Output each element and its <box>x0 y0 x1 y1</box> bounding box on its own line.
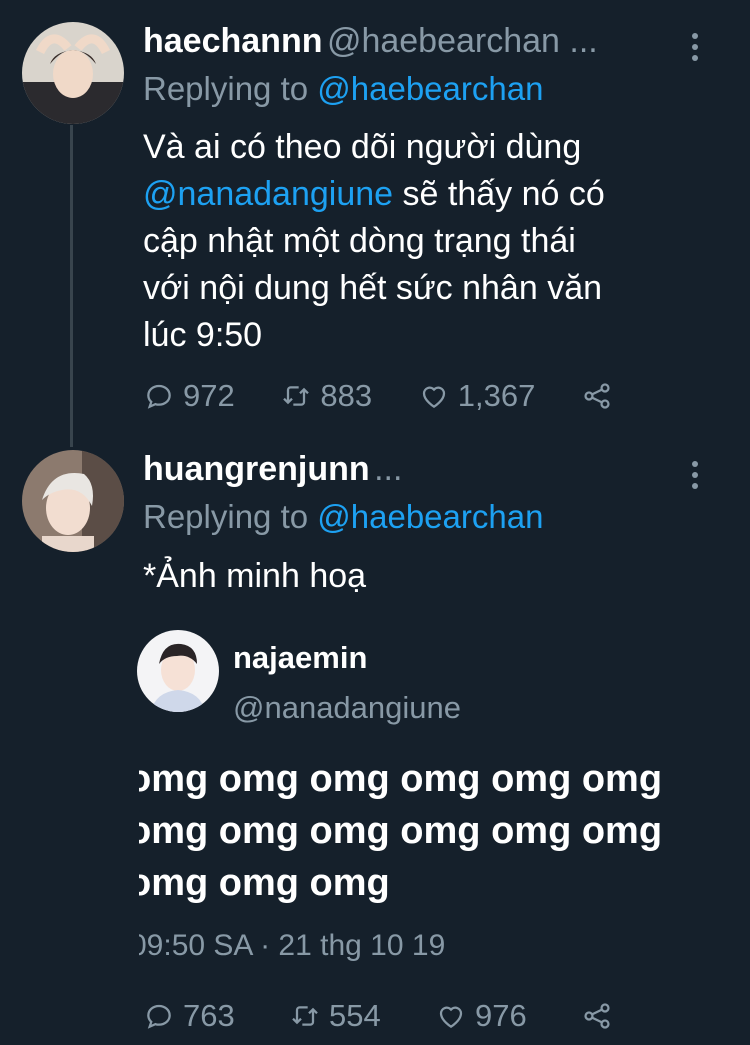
reply-icon <box>147 384 171 409</box>
retweet-count: 883 <box>320 378 373 413</box>
text-line: cập nhật một dòng trạng thái <box>143 222 576 260</box>
replying-to: Replying to @haebearchan <box>143 70 543 108</box>
embedded-display-name: najaemin <box>233 640 368 675</box>
replying-label: Replying to <box>143 498 318 535</box>
retweet-icon <box>283 386 310 406</box>
reply-button[interactable]: 972 <box>143 378 235 414</box>
embedded-timestamp-wrap: 09:50 SA · 21 thg 10 19 <box>139 929 539 969</box>
more-options-icon[interactable] <box>690 33 700 61</box>
retweet-button[interactable]: 554 <box>289 998 381 1034</box>
replying-to: Replying to @haebearchan <box>143 498 543 536</box>
handle[interactable]: ... <box>374 450 402 488</box>
share-icon <box>584 383 610 409</box>
share-icon <box>584 1003 610 1029</box>
tweet2-body: *Ảnh minh hoạ <box>143 557 367 595</box>
reply-mention-link[interactable]: @haebearchan <box>317 498 543 535</box>
tweet1-body: Và ai có theo dõi người dùng @nanadangiu… <box>143 124 723 359</box>
handle[interactable]: @haebearchan ... <box>327 22 598 60</box>
thread-line <box>70 125 73 447</box>
tweet1-actions: 972 883 1,367 <box>143 378 613 414</box>
text-line: @nanadangiune sẽ thấy nó có <box>143 171 723 218</box>
embedded-handle: @nanadangiune <box>233 690 462 725</box>
like-count: 976 <box>475 998 527 1033</box>
tweet2-header: huangrenjunn ... <box>143 450 402 489</box>
text-line: Và ai có theo dõi người dùng <box>143 128 582 166</box>
mention-link[interactable]: @nanadangiune <box>143 175 393 213</box>
like-button[interactable]: 976 <box>435 998 527 1034</box>
display-name[interactable]: huangrenjunn <box>143 450 370 488</box>
tweet1-header: haechannn @haebearchan ... <box>143 22 598 61</box>
text-line: lúc 9:50 <box>143 316 263 354</box>
tweet2-actions: 763 554 976 <box>143 998 613 1034</box>
retweet-icon <box>292 1006 318 1026</box>
text-line: omg omg omg omg omg omg <box>139 810 663 852</box>
text-line: với nội dung hết sức nhân văn <box>143 269 603 307</box>
more-options-icon[interactable] <box>690 461 700 489</box>
avatar-najaemin <box>137 630 219 712</box>
avatar-huangrenjunn[interactable] <box>22 450 124 552</box>
share-button[interactable] <box>581 998 613 1034</box>
replying-label: Replying to <box>143 70 318 107</box>
heart-icon <box>422 386 445 408</box>
text-line: omg omg omg <box>139 862 390 904</box>
like-count: 1,367 <box>457 378 536 413</box>
embedded-timestamp: 09:50 SA · 21 thg 10 19 <box>139 929 446 962</box>
text-fragment: sẽ thấy nó có <box>393 175 605 213</box>
reply-count: 763 <box>183 998 235 1033</box>
reply-button[interactable]: 763 <box>143 998 235 1034</box>
avatar-haechannn[interactable] <box>22 22 124 124</box>
text-line: omg omg omg omg omg omg <box>139 758 663 800</box>
retweet-button[interactable]: 883 <box>280 378 372 414</box>
reply-icon <box>147 1004 171 1029</box>
like-button[interactable]: 1,367 <box>418 378 536 414</box>
embedded-text: omg omg omg omg omg omg omg omg omg omg … <box>139 753 704 913</box>
share-button[interactable] <box>581 378 613 414</box>
heart-icon <box>439 1006 463 1028</box>
reply-mention-link[interactable]: @haebearchan <box>317 70 543 107</box>
reply-count: 972 <box>183 378 235 413</box>
retweet-count: 554 <box>329 998 381 1033</box>
display-name[interactable]: haechannn <box>143 22 322 60</box>
